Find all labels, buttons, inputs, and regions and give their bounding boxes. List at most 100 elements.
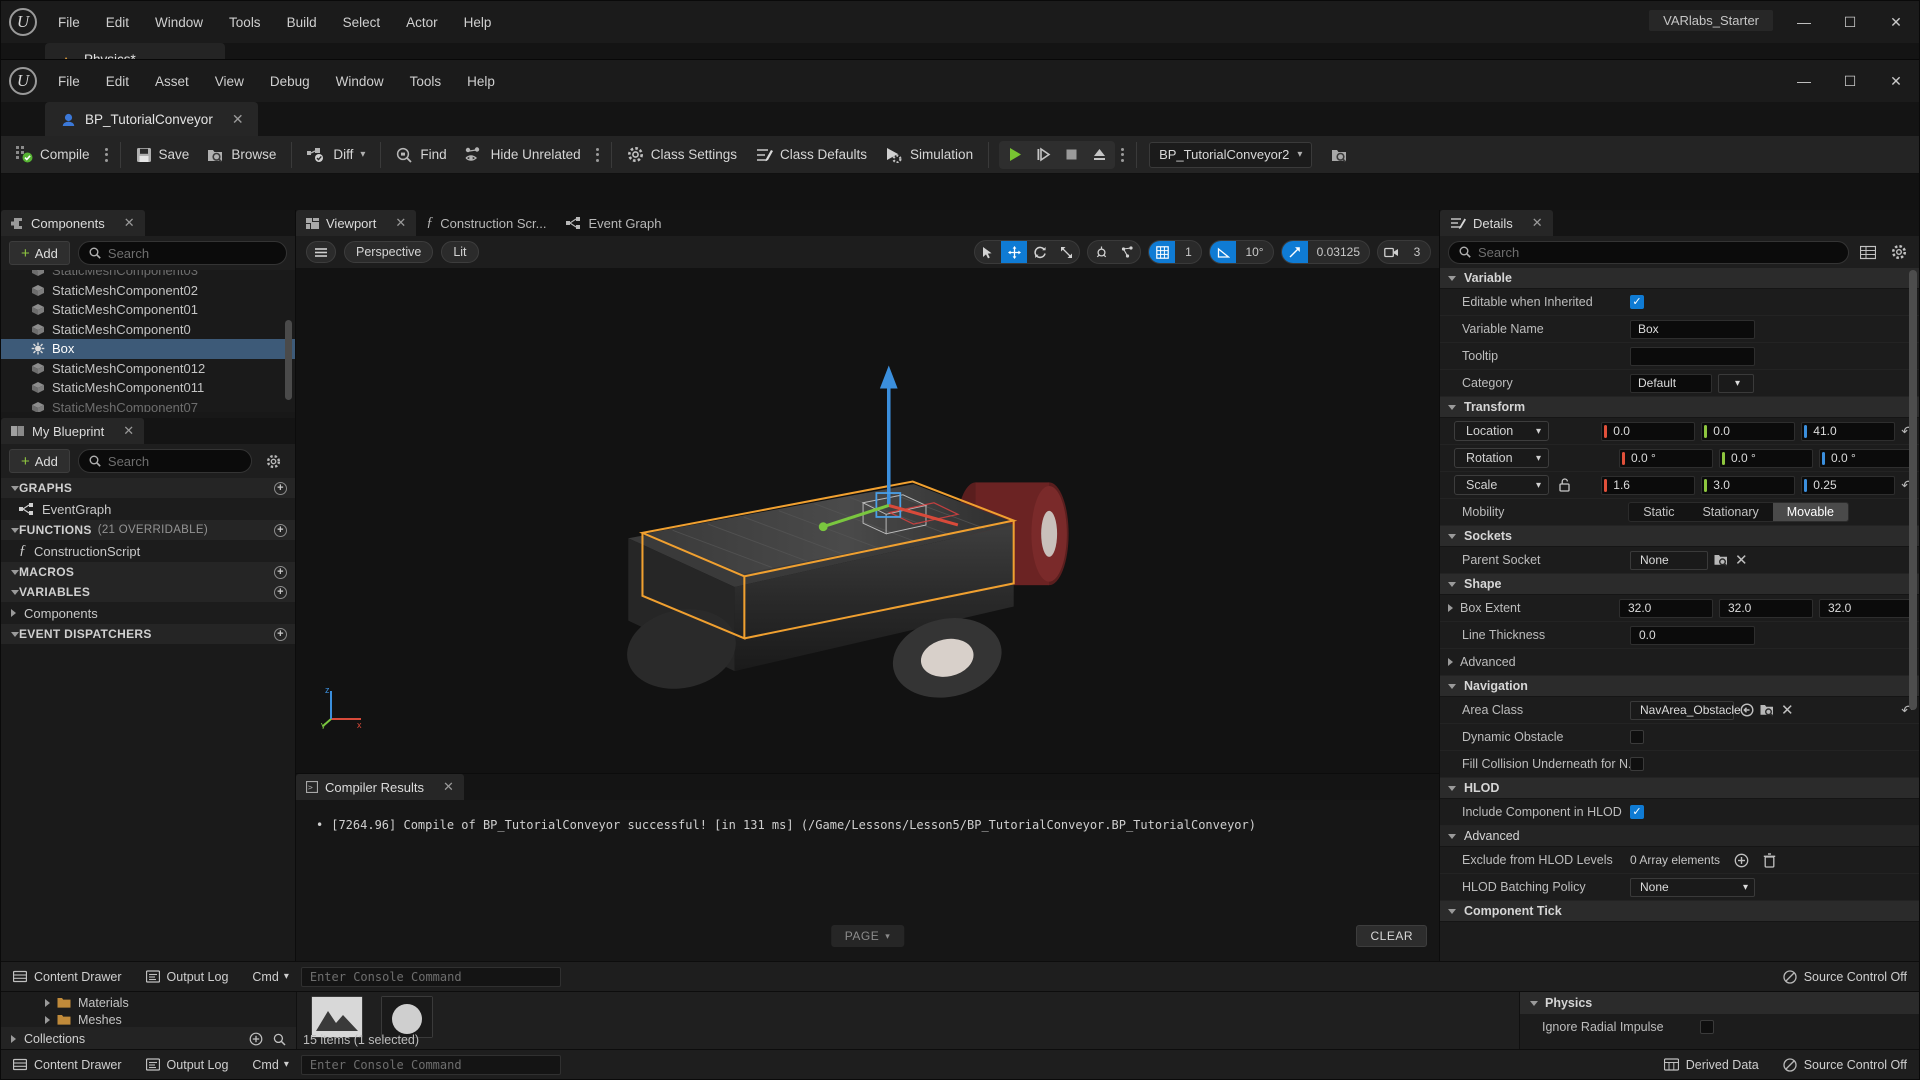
simulation-button[interactable]: Simulation (876, 143, 982, 167)
chevron-right-icon[interactable] (45, 1015, 50, 1024)
bp-menu-edit[interactable]: Edit (93, 69, 142, 94)
minimize-button[interactable]: — (1781, 1, 1827, 43)
maximize-button[interactable]: ☐ (1827, 1, 1873, 43)
add-collection-icon[interactable] (249, 1032, 263, 1046)
select-tool-icon[interactable] (975, 241, 1001, 263)
component-row-6[interactable]: StaticMeshComponent011 (1, 378, 295, 398)
dynamic-obstacle-checkbox[interactable] (1630, 730, 1644, 744)
stop-button[interactable] (1058, 142, 1084, 168)
components-scrollbar[interactable] (285, 320, 292, 400)
components-search-input[interactable]: Search (77, 241, 287, 265)
hide-unrelated-button[interactable]: Hide Unrelated (456, 143, 590, 167)
scale-x-input[interactable]: 1.6 (1601, 475, 1696, 495)
add-macro-icon[interactable]: + (274, 565, 287, 579)
bp-menu-help[interactable]: Help (454, 69, 508, 94)
rotation-x-input[interactable]: 0.0 ° (1619, 448, 1713, 468)
ignore-radial-impulse-checkbox[interactable] (1700, 1020, 1714, 1034)
my-blueprint-search-input[interactable]: Search (77, 449, 252, 473)
viewport-shading-mode-button[interactable]: Lit (441, 241, 479, 263)
play-options-icon[interactable] (1115, 142, 1130, 168)
add-variable-icon[interactable]: + (274, 585, 287, 599)
scale-snap-icon[interactable] (1281, 241, 1308, 263)
scale-z-input[interactable]: 0.25 (1801, 475, 1896, 495)
bp-menu-tools[interactable]: Tools (397, 69, 455, 94)
grid-snap-value[interactable]: 1 (1175, 241, 1201, 263)
viewport-camera-mode-button[interactable]: Perspective (344, 241, 434, 263)
viewport-options-button[interactable] (306, 241, 336, 263)
tab-close-icon[interactable]: ✕ (232, 111, 244, 128)
derived-data-button[interactable]: Derived Data (1652, 1050, 1771, 1080)
tab-components[interactable]: Components ✕ (1, 210, 145, 236)
cmd-selector-upper[interactable]: Cmd ▾ (240, 962, 300, 992)
folder-meshes[interactable]: Meshes (1, 1011, 296, 1028)
source-control-button-upper[interactable]: Source Control Off (1771, 962, 1919, 992)
details-section-shape[interactable]: Shape (1440, 574, 1919, 595)
chevron-right-icon[interactable] (11, 609, 16, 617)
physics-section-header[interactable]: Physics (1520, 992, 1919, 1014)
menu-window[interactable]: Window (142, 10, 216, 35)
tab-construction-script[interactable]: ƒ Construction Scr... (416, 210, 557, 236)
hlod-batching-policy-dropdown[interactable]: None ▾ (1630, 877, 1755, 897)
rotation-z-input[interactable]: 0.0 ° (1819, 448, 1913, 468)
output-log-button-lower[interactable]: Output Log (134, 1050, 241, 1080)
component-row-0[interactable]: StaticMeshComponent03 (1, 270, 295, 281)
category-dropdown[interactable]: ▾ (1718, 373, 1754, 393)
mobility-static-option[interactable]: Static (1629, 503, 1688, 521)
tooltip-input[interactable] (1630, 346, 1755, 366)
details-section-hlod[interactable]: HLOD (1440, 778, 1919, 799)
add-graph-icon[interactable]: + (274, 481, 287, 495)
row-shape-advanced[interactable]: Advanced (1440, 649, 1919, 676)
location-x-input[interactable]: 0.0 (1601, 421, 1696, 441)
compiler-page-button[interactable]: PAGE ▾ (830, 925, 905, 947)
details-section-sockets[interactable]: Sockets (1440, 526, 1919, 547)
component-row-2[interactable]: StaticMeshComponent01 (1, 300, 295, 320)
graph-eventgraph[interactable]: EventGraph (1, 498, 295, 520)
my-blueprint-settings-icon[interactable] (260, 454, 287, 469)
move-tool-icon[interactable] (1001, 241, 1028, 263)
function-constructionscript[interactable]: ƒ ConstructionScript (1, 540, 295, 562)
compile-options-icon[interactable] (99, 142, 114, 168)
rotation-snap-value[interactable]: 10° (1236, 241, 1272, 263)
clear-socket-icon[interactable]: ✕ (1735, 551, 1748, 569)
bp-menu-file[interactable]: File (45, 69, 93, 94)
my-blueprint-add-button[interactable]: + Add (9, 449, 70, 473)
play-button[interactable] (1002, 142, 1028, 168)
scale-y-input[interactable]: 3.0 (1701, 475, 1796, 495)
class-defaults-button[interactable]: Class Defaults (746, 143, 876, 167)
add-array-element-icon[interactable] (1734, 853, 1749, 868)
bp-menu-debug[interactable]: Debug (257, 69, 323, 94)
output-log-button-upper[interactable]: Output Log (134, 962, 241, 992)
scale-tool-icon[interactable] (1053, 241, 1079, 263)
parent-socket-field[interactable]: None (1630, 550, 1708, 570)
compiler-results-close-icon[interactable]: ✕ (443, 779, 454, 795)
tab-details[interactable]: Details ✕ (1440, 210, 1553, 236)
save-button[interactable]: Save (127, 143, 199, 167)
menu-edit[interactable]: Edit (93, 10, 142, 35)
folder-materials[interactable]: Materials (1, 994, 296, 1011)
step-button[interactable] (1030, 142, 1056, 168)
tab-compiler-results[interactable]: > Compiler Results ✕ (296, 774, 464, 800)
component-row-box[interactable]: Box (1, 339, 295, 359)
details-section-navigation[interactable]: Navigation (1440, 676, 1919, 697)
bp-close-button[interactable]: ✕ (1873, 60, 1919, 102)
drawer-asset-grid[interactable]: 15 items (1 selected) (296, 992, 1519, 1051)
compiler-clear-button[interactable]: CLEAR (1356, 925, 1427, 947)
category-input[interactable]: Default (1630, 373, 1712, 393)
tab-viewport[interactable]: Viewport ✕ (296, 210, 417, 236)
details-settings-icon[interactable] (1887, 244, 1911, 260)
rotate-tool-icon[interactable] (1027, 241, 1053, 263)
component-row-3[interactable]: StaticMeshComponent0 (1, 320, 295, 340)
rotation-axis-dropdown[interactable]: Rotation ▾ (1454, 448, 1549, 468)
box-extent-z-input[interactable]: 32.0 (1819, 598, 1913, 618)
collections-bar[interactable]: Collections (1, 1027, 296, 1051)
components-close-icon[interactable]: ✕ (124, 215, 135, 231)
tab-viewport-close-icon[interactable]: ✕ (395, 215, 406, 231)
search-collections-icon[interactable] (273, 1033, 286, 1046)
content-drawer-button-lower[interactable]: Content Drawer (1, 1050, 134, 1080)
tab-bp-tutorialconveyor[interactable]: BP_TutorialConveyor ✕ (45, 102, 258, 136)
compile-button[interactable]: Compile (7, 142, 99, 167)
chevron-right-icon[interactable] (1448, 658, 1453, 666)
world-coordinates-icon[interactable] (1088, 241, 1114, 263)
browse-button[interactable]: Browse (198, 143, 285, 167)
tab-event-graph[interactable]: Event Graph (556, 210, 672, 236)
